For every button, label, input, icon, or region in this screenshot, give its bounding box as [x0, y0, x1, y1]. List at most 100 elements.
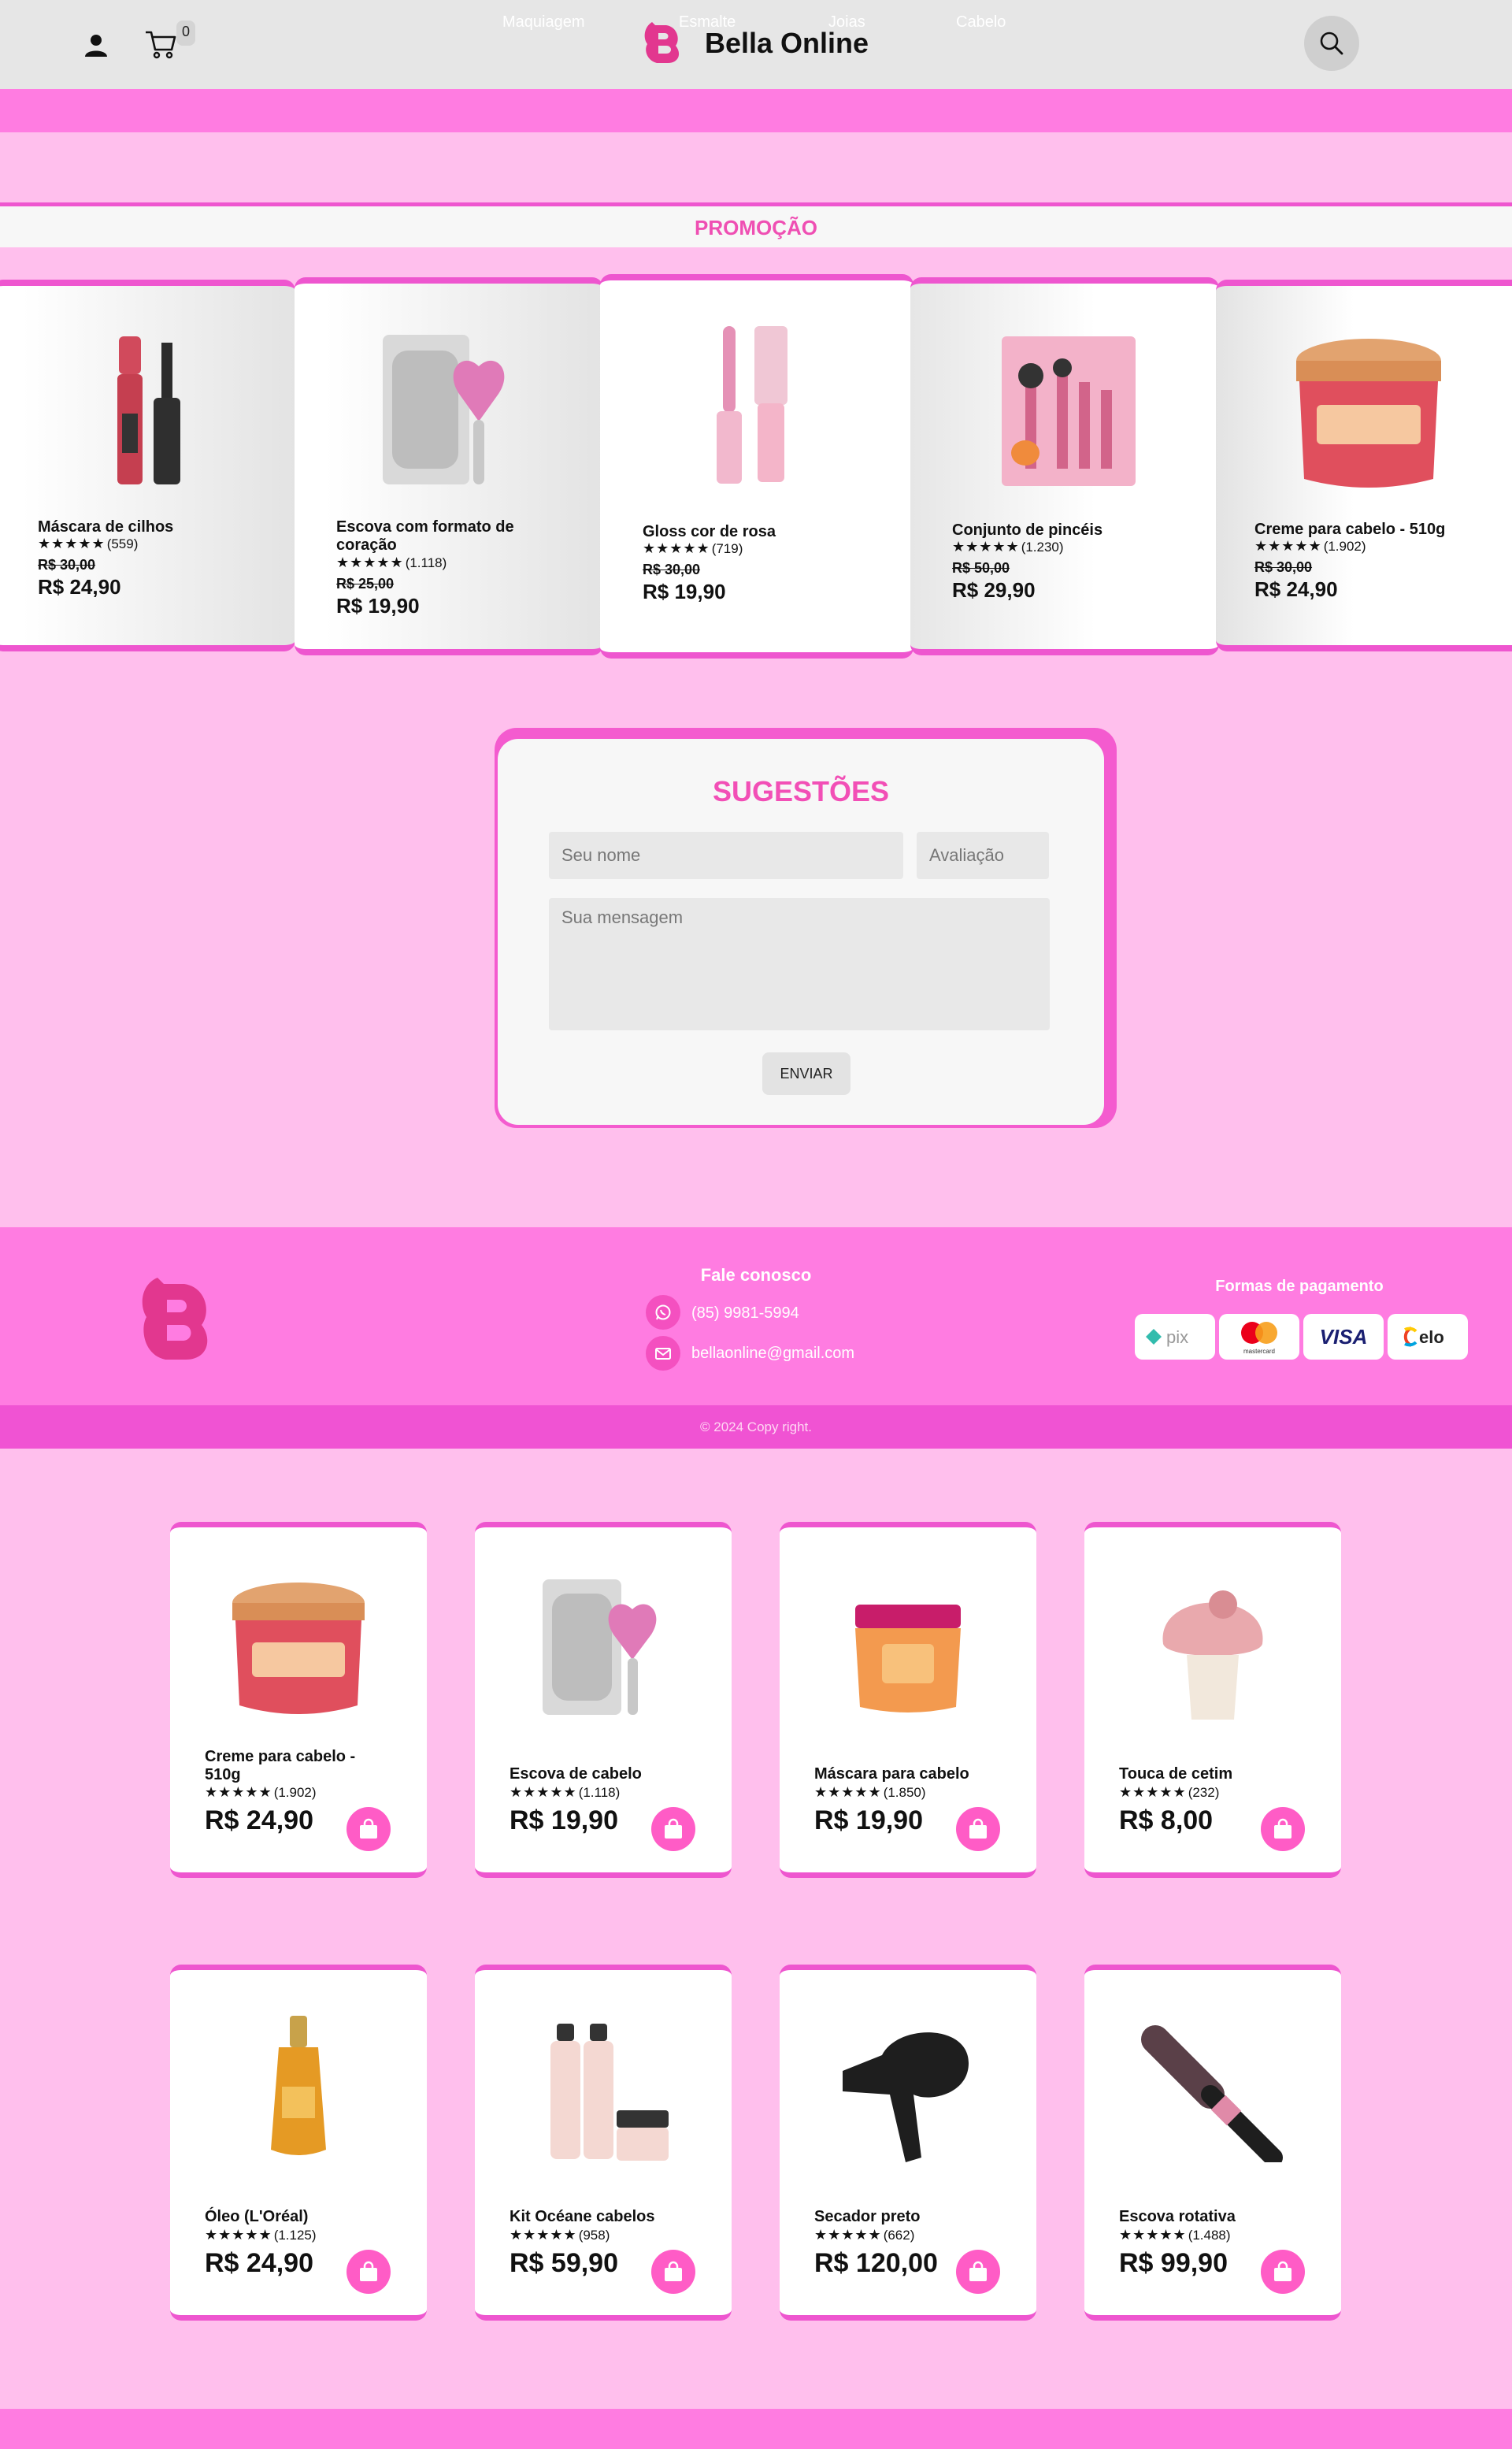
copyright: © 2024 Copy right. [700, 1419, 812, 1434]
message-input[interactable] [549, 898, 1050, 1030]
payment-title: Formas de pagamento [1215, 1278, 1384, 1295]
svg-text:pix: pix [1166, 1327, 1188, 1347]
footer-logo-icon[interactable] [134, 1273, 213, 1364]
oil-bottle-icon [271, 2016, 326, 2155]
satin-cap-icon [1162, 1590, 1263, 1720]
visa-logo: VISA [1303, 1314, 1384, 1360]
product-card[interactable]: Touca de cetim ★★★★★ (232) R$ 8,00 [1084, 1522, 1341, 1878]
price: R$ 29,90 [952, 578, 1036, 602]
whatsapp-button[interactable] [646, 1295, 680, 1330]
jar-icon [1296, 339, 1441, 488]
category-nav [0, 89, 1512, 132]
product-name[interactable]: Creme para cabelo - 510g [205, 1748, 394, 1784]
old-price: R$ 30,00 [1254, 559, 1313, 575]
email-address[interactable]: bellaonline@gmail.com [691, 1345, 854, 1363]
bottom-nav-bar [0, 2409, 1512, 2449]
product-name[interactable]: Óleo (L'Oréal) [205, 2208, 394, 2226]
add-to-cart-button[interactable] [956, 1807, 1000, 1851]
brush-set-icon [1002, 336, 1136, 486]
form-title: SUGESTÕES [712, 775, 890, 807]
add-to-cart-button[interactable] [1261, 2250, 1305, 2294]
rating-stars: ★★★★★ (559) [38, 536, 139, 551]
product-name[interactable]: Kit Océane cabelos [510, 2208, 699, 2226]
product-card[interactable]: Máscara para cabelo ★★★★★ (1.850) R$ 19,9… [780, 1522, 1036, 1878]
hair-mask-icon [855, 1605, 961, 1712]
add-to-cart-button[interactable] [651, 2250, 695, 2294]
shopping-bag-icon [969, 2261, 987, 2281]
shopping-bag-icon [665, 2261, 682, 2281]
product-card[interactable]: Secador preto ★★★★★ (662) R$ 120,00 [780, 1965, 1036, 2321]
rating-stars: ★★★★★ (1.118) [336, 555, 447, 570]
pix-logo: pix [1135, 1314, 1215, 1360]
heart-brush-icon [383, 335, 505, 484]
product-name[interactable]: Máscara de cilhos [38, 518, 173, 536]
product-name[interactable]: Escova com formato de coração [336, 518, 573, 555]
phone-number[interactable]: (85) 9981-5994 [691, 1304, 799, 1323]
nav-item-maquiagem[interactable]: Maquiagem [502, 13, 585, 32]
shopping-bag-icon [1274, 1818, 1292, 1839]
rating-input[interactable] [917, 832, 1049, 879]
product-name[interactable]: Escova de cabelo [510, 1765, 699, 1783]
old-price: R$ 30,00 [643, 562, 701, 577]
rating-stars: ★★★★★ (1.902) [1254, 538, 1366, 554]
rating-stars: ★★★★★ (1.125) [205, 2227, 317, 2243]
rating-stars: ★★★★★ (1.118) [510, 1784, 621, 1800]
gloss-icon [717, 326, 788, 484]
hair-dryer-icon [843, 2032, 969, 2162]
mastercard-logo: mastercard [1219, 1314, 1299, 1360]
email-icon [655, 1348, 671, 1360]
add-to-cart-button[interactable] [346, 2250, 391, 2294]
name-input[interactable] [549, 832, 903, 879]
rating-stars: ★★★★★ (662) [814, 2227, 915, 2243]
product-card[interactable]: Creme para cabelo - 510g ★★★★★ (1.902) R$… [170, 1522, 427, 1878]
rating-stars: ★★★★★ (232) [1119, 1784, 1220, 1800]
jar-icon [232, 1583, 365, 1714]
product-name[interactable]: Secador preto [814, 2208, 1003, 2226]
product-card[interactable]: Óleo (L'Oréal) ★★★★★ (1.125) R$ 24,90 [170, 1965, 427, 2321]
product-name[interactable]: Gloss cor de rosa [643, 523, 776, 541]
rating-stars: ★★★★★ (1.230) [952, 539, 1064, 555]
product-name[interactable]: Touca de cetim [1119, 1765, 1308, 1783]
rating-stars: ★★★★★ (719) [643, 540, 743, 556]
shopping-bag-icon [360, 1818, 377, 1839]
add-to-cart-button[interactable] [956, 2250, 1000, 2294]
user-icon[interactable] [82, 32, 110, 60]
product-card[interactable]: Escova rotativa ★★★★★ (1.488) R$ 99,90 [1084, 1965, 1341, 2321]
add-to-cart-button[interactable] [651, 1807, 695, 1851]
search-button[interactable] [1304, 16, 1359, 71]
whatsapp-icon [655, 1304, 671, 1320]
nav-item-esmalte[interactable]: Esmalte [679, 13, 736, 32]
svg-text:mastercard: mastercard [1243, 1348, 1275, 1355]
cart-icon[interactable] [143, 28, 178, 60]
svg-text:VISA: VISA [1320, 1325, 1368, 1349]
old-price: R$ 30,00 [38, 557, 96, 573]
product-card[interactable]: Escova de cabelo ★★★★★ (1.118) R$ 19,90 [475, 1522, 732, 1878]
old-price: R$ 25,00 [336, 576, 395, 592]
price: R$ 24,90 [205, 2248, 313, 2278]
hair-kit-icon [550, 2024, 669, 2161]
svg-text:elo: elo [1419, 1327, 1444, 1347]
price: R$ 24,90 [38, 575, 121, 599]
send-button[interactable]: ENVIAR [762, 1052, 850, 1095]
nav-item-joias[interactable]: Joias [828, 13, 865, 32]
product-name[interactable]: Escova rotativa [1119, 2208, 1308, 2226]
price: R$ 19,90 [510, 1805, 618, 1835]
shopping-bag-icon [1274, 2261, 1292, 2281]
email-button[interactable] [646, 1336, 680, 1371]
product-name[interactable]: Conjunto de pincéis [952, 521, 1102, 540]
rating-stars: ★★★★★ (1.850) [814, 1784, 926, 1800]
add-to-cart-button[interactable] [1261, 1807, 1305, 1851]
product-card[interactable]: Kit Océane cabelos ★★★★★ (958) R$ 59,90 [475, 1965, 732, 2321]
old-price: R$ 50,00 [952, 560, 1010, 576]
nav-item-cabelo[interactable]: Cabelo [956, 13, 1006, 32]
brand-logo-icon[interactable] [641, 19, 682, 66]
shopping-bag-icon [665, 1818, 682, 1839]
brand-name[interactable]: Bella Online [705, 27, 869, 60]
price: R$ 19,90 [336, 594, 420, 618]
product-name[interactable]: Máscara para cabelo [814, 1765, 1003, 1783]
add-to-cart-button[interactable] [346, 1807, 391, 1851]
product-name[interactable]: Creme para cabelo - 510g [1254, 521, 1445, 539]
price: R$ 19,90 [643, 580, 726, 603]
rotating-brush-icon [1141, 2025, 1283, 2162]
price: R$ 8,00 [1119, 1805, 1214, 1835]
